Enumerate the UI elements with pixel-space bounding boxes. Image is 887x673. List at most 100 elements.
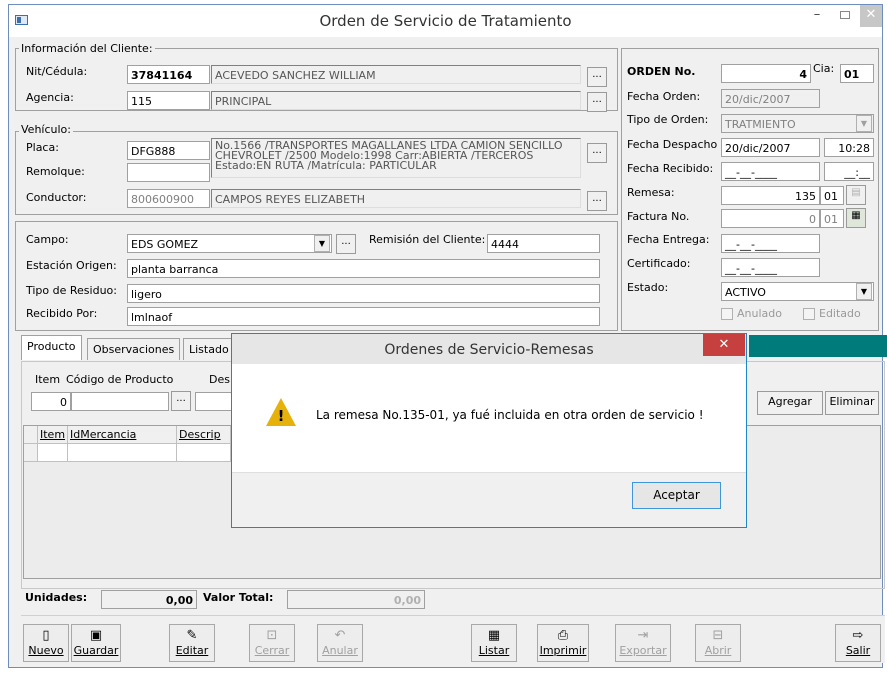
anular-button[interactable]: ↶ Anular	[317, 624, 363, 662]
placa-field[interactable]: DFG888	[127, 141, 210, 160]
remision-label: Remisión del Cliente:	[369, 233, 486, 246]
warning-exclamation: !	[277, 407, 285, 425]
grid-cell[interactable]	[38, 444, 68, 462]
agregar-button[interactable]: Agregar	[757, 391, 823, 415]
undo-icon: ↶	[334, 628, 346, 643]
aceptar-button[interactable]: Aceptar	[632, 482, 721, 509]
minimize-button[interactable]: –	[804, 5, 830, 27]
imprimir-button[interactable]: ⎙ Imprimir	[537, 624, 589, 662]
tab-listado[interactable]: Listado	[183, 338, 235, 360]
factura-field[interactable]: 0	[721, 209, 820, 228]
campo-dropdown-icon[interactable]: ▼	[314, 235, 330, 252]
guardar-button[interactable]: ▣ Guardar	[71, 624, 121, 662]
unlock-icon: ⊟	[712, 628, 724, 643]
campo-search-button[interactable]: ...	[336, 234, 356, 254]
tipo-orden-dropdown-icon[interactable]: ▼	[856, 115, 872, 132]
grid-header-item[interactable]: Item	[38, 426, 68, 444]
recibido-por-field[interactable]: lmlnaof	[127, 307, 600, 326]
edit-icon: ✎	[186, 628, 198, 643]
dialog-title-bar: Ordenes de Servicio-Remesas ✕	[232, 334, 746, 364]
recibido-por-label: Recibido Por:	[26, 307, 98, 320]
grid-cell[interactable]	[68, 444, 177, 462]
tab-producto[interactable]: Producto	[21, 335, 82, 360]
item-field[interactable]: 0	[31, 392, 71, 411]
maximize-icon	[840, 11, 850, 19]
estado-label: Estado:	[627, 281, 669, 294]
abrir-button[interactable]: ⊟ Abrir	[695, 624, 741, 662]
valor-total-field: 0,00	[287, 590, 425, 609]
imprimir-label: Imprimir	[539, 644, 587, 657]
codigo-search-button[interactable]: ...	[171, 391, 191, 411]
placa-description: No.1566 /TRANSPORTES MAGALLANES LTDA CAM…	[211, 138, 581, 178]
guardar-label: Guardar	[73, 644, 119, 657]
fecha-orden-field: 20/dic/2007	[721, 89, 820, 108]
estado-dropdown-icon[interactable]: ▼	[856, 283, 872, 300]
hora-despacho-field[interactable]: 10:28	[824, 138, 874, 157]
grid-cell[interactable]	[177, 444, 231, 462]
placa-search-button[interactable]: ...	[587, 143, 607, 163]
cerrar-label: Cerrar	[254, 644, 290, 657]
nit-field[interactable]: 37841164	[127, 65, 210, 84]
placa-label: Placa:	[26, 141, 59, 154]
nit-label: Nit/Cédula:	[26, 65, 88, 78]
estado-select[interactable]: ACTIVO	[721, 282, 874, 301]
anulado-label: Anulado	[737, 307, 782, 320]
remesa-field[interactable]: 135	[721, 186, 820, 205]
title-bar: Orden de Servicio de Tratamiento – ✕	[9, 5, 882, 37]
close-window-button[interactable]: ✕	[860, 5, 882, 27]
grid-corner	[24, 426, 38, 444]
conductor-field[interactable]: 800600900	[127, 189, 210, 208]
remolque-field[interactable]	[127, 163, 210, 182]
certificado-label: Certificado:	[627, 257, 691, 270]
dialog-close-button[interactable]: ✕	[703, 334, 745, 356]
cerrar-button[interactable]: ⊡ Cerrar	[249, 624, 295, 662]
anulado-checkbox[interactable]	[721, 308, 733, 320]
grid-header-idmercancia[interactable]: IdMercancia	[68, 426, 177, 444]
remision-field[interactable]: 4444	[487, 234, 600, 253]
hora-recibido-field[interactable]: __:__	[824, 162, 874, 181]
conductor-search-button[interactable]: ...	[587, 191, 607, 211]
codigo-column-label: Código de Producto	[66, 373, 174, 386]
factura-calculator-icon[interactable]: ▦	[846, 208, 866, 228]
fecha-despacho-label: Fecha Despacho	[627, 138, 718, 151]
tab-header-bar	[749, 335, 887, 357]
campo-select[interactable]: EDS GOMEZ	[127, 234, 332, 253]
factura-cia-field[interactable]: 01	[820, 209, 844, 228]
editado-checkbox[interactable]	[803, 308, 815, 320]
tab-observaciones[interactable]: Observaciones	[87, 338, 181, 360]
tipo-orden-select[interactable]: TRATMIENTO	[721, 114, 874, 133]
agencia-field[interactable]: 115	[127, 91, 210, 110]
listar-button[interactable]: ▦ Listar	[471, 624, 517, 662]
export-icon: ⇥	[637, 628, 649, 643]
cia-field[interactable]: 01	[840, 64, 874, 83]
orden-no-field[interactable]: 4	[721, 64, 811, 83]
nuevo-button[interactable]: ▯ Nuevo	[23, 624, 69, 662]
anular-label: Anular	[322, 644, 358, 657]
cia-label: Cia:	[813, 62, 835, 75]
residuo-field[interactable]: ligero	[127, 284, 600, 303]
editar-button[interactable]: ✎ Editar	[169, 624, 215, 662]
remolque-label: Remolque:	[26, 165, 85, 178]
item-column-label: Item	[35, 373, 61, 386]
grid-header-descripcion[interactable]: Descrip	[177, 426, 231, 444]
remesa-label: Remesa:	[627, 186, 675, 199]
residuo-label: Tipo de Residuo:	[26, 284, 117, 297]
fecha-despacho-field[interactable]: 20/dic/2007	[721, 138, 820, 157]
estacion-field[interactable]: planta barranca	[127, 259, 600, 278]
fecha-orden-label: Fecha Orden:	[627, 90, 701, 103]
fecha-entrega-field[interactable]: __-__-____	[721, 234, 820, 253]
nit-search-button[interactable]: ...	[587, 67, 607, 87]
codigo-field[interactable]	[71, 392, 169, 411]
bottom-toolbar: ▯ Nuevo ▣ Guardar ✎ Editar ⊡ Cerrar ↶ Anular …	[21, 615, 885, 663]
maximize-button[interactable]	[832, 5, 858, 27]
fecha-recibido-field[interactable]: __-__-____	[721, 162, 820, 181]
grid-row-selector[interactable]	[24, 444, 38, 462]
agencia-search-button[interactable]: ...	[587, 92, 607, 112]
eliminar-button[interactable]: Eliminar	[825, 391, 879, 415]
unidades-label: Unidades:	[25, 591, 88, 604]
exportar-button[interactable]: ⇥ Exportar	[615, 624, 671, 662]
salir-button[interactable]: ⇨ Salir	[835, 624, 881, 662]
remesa-doc-icon[interactable]: ▤	[846, 185, 866, 205]
certificado-field[interactable]: __-__-____	[721, 258, 820, 277]
remesa-cia-field[interactable]: 01	[820, 186, 844, 205]
